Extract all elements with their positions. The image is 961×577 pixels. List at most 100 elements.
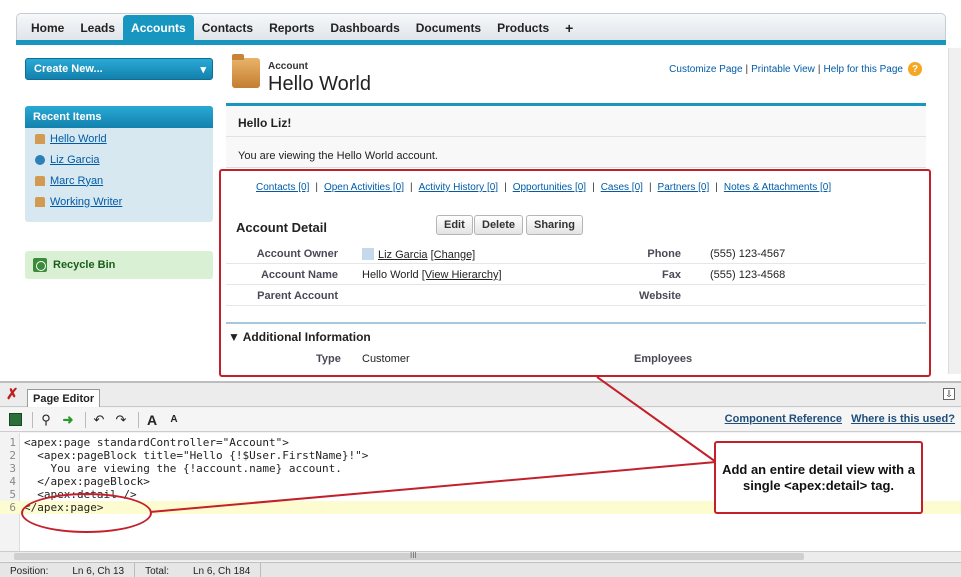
object-label: Account	[268, 61, 308, 72]
horizontal-scrollbar[interactable]: III	[0, 551, 961, 561]
status-label: Total:	[145, 565, 169, 577]
recent-item[interactable]: Hello World	[25, 128, 213, 149]
code-text: You are viewing the {!account.name} acco…	[24, 462, 342, 475]
recent-item[interactable]: Marc Ryan	[25, 170, 213, 191]
recent-item[interactable]: Liz Garcia	[25, 149, 213, 170]
go-to-line-icon[interactable]: ➜	[59, 411, 77, 429]
related-list-link[interactable]: Opportunities [0]	[513, 182, 586, 193]
delete-button[interactable]: Delete	[474, 215, 524, 235]
recent-items-title: Recent Items	[25, 106, 213, 128]
tab-reports[interactable]: Reports	[261, 15, 322, 41]
recent-item-link[interactable]: Working Writer	[50, 196, 122, 208]
search-icon[interactable]: ⚲	[37, 411, 55, 429]
field-label: Account Owner	[256, 248, 338, 260]
field-value: Hello World [View Hierarchy]	[362, 269, 502, 281]
add-tab-button[interactable]: +	[557, 15, 581, 41]
additional-info-toggle[interactable]: ▼ Additional Information	[228, 330, 371, 344]
recent-items-list: Hello World Liz Garcia Marc Ryan Working Wr…	[25, 128, 213, 212]
tab-dashboards[interactable]: Dashboards	[322, 15, 407, 41]
link-separator: |	[648, 182, 652, 193]
scroll-thumb[interactable]	[14, 553, 804, 560]
font-decrease-icon[interactable]: A	[165, 411, 183, 429]
field-row-name: Account Name Hello World [View Hierarchy…	[226, 265, 926, 285]
link-separator: |	[410, 182, 413, 193]
tab-accounts[interactable]: Accounts	[123, 15, 194, 41]
code-text: <apex:detail />	[24, 488, 137, 501]
related-list-link[interactable]: Partners [0]	[658, 182, 710, 193]
tab-underline	[16, 40, 946, 45]
line-number: 2	[9, 449, 16, 462]
tab-products[interactable]: Products	[489, 15, 557, 41]
tab-page-editor[interactable]: Page Editor	[27, 389, 101, 407]
status-value: Ln 6, Ch 13	[72, 565, 125, 577]
recent-item-link[interactable]: Liz Garcia	[50, 154, 100, 166]
printable-view-link[interactable]: Printable View	[751, 64, 815, 75]
page-block: Hello Liz! You are viewing the Hello Wor…	[226, 103, 926, 168]
collapse-icon[interactable]: ⇩	[943, 388, 955, 400]
component-reference-link[interactable]: Component Reference	[725, 413, 842, 425]
customize-page-link[interactable]: Customize Page	[669, 64, 742, 75]
sharing-button[interactable]: Sharing	[526, 215, 583, 235]
tab-home[interactable]: Home	[23, 15, 72, 41]
related-list-link[interactable]: Open Activities [0]	[324, 182, 404, 193]
page-links: Customize Page | Printable View | Help f…	[669, 62, 922, 76]
editor-header: ✗ Page Editor ⇩	[0, 383, 961, 407]
line-number: 1	[9, 436, 16, 449]
line-number: 4	[9, 475, 16, 488]
link-separator: |	[315, 182, 318, 193]
view-hierarchy-link[interactable]: [View Hierarchy]	[422, 269, 502, 281]
field-label: Phone	[647, 248, 681, 260]
contact-icon	[35, 154, 45, 165]
link-separator: |	[715, 182, 718, 193]
scroll-marker: III	[410, 551, 417, 560]
page-block-title: Hello Liz!	[238, 116, 292, 130]
toolbar-separator	[138, 411, 139, 428]
link-separator: |	[817, 63, 821, 75]
toolbar-separator	[32, 411, 33, 428]
code-text: </apex:pageBlock>	[24, 475, 150, 488]
font-increase-icon[interactable]: A	[143, 411, 161, 429]
related-list-link[interactable]: Cases [0]	[601, 182, 643, 193]
link-separator: |	[504, 182, 507, 193]
chevron-down-icon: ▾	[200, 63, 206, 76]
code-text: <apex:page standardController="Account">	[24, 436, 289, 449]
status-value: Ln 6, Ch 184	[192, 565, 251, 577]
field-value: Liz Garcia [Change]	[362, 248, 475, 261]
edit-button[interactable]: Edit	[436, 215, 473, 235]
line-number: 6	[9, 501, 16, 514]
field-label: Website	[639, 290, 681, 302]
help-link[interactable]: Help for this Page	[824, 64, 904, 75]
where-used-link[interactable]: Where is this used?	[851, 413, 955, 425]
code-text: <apex:pageBlock title="Hello {!$User.Fir…	[24, 449, 369, 462]
recycle-bin-icon	[33, 258, 47, 272]
field-row-parent: Parent Account Website	[226, 286, 926, 306]
toolbar-separator	[85, 411, 86, 428]
create-new-label: Create New...	[34, 63, 103, 75]
recycle-bin-link[interactable]: Recycle Bin	[25, 251, 213, 279]
avatar	[362, 248, 374, 260]
related-list-link[interactable]: Contacts [0]	[256, 182, 309, 193]
tab-contacts[interactable]: Contacts	[194, 15, 261, 41]
recent-item-link[interactable]: Marc Ryan	[50, 175, 103, 187]
recent-item-link[interactable]: Hello World	[50, 133, 107, 145]
redo-icon[interactable]: ↷	[112, 411, 130, 429]
undo-icon[interactable]: ↶	[90, 411, 108, 429]
related-list-link[interactable]: Notes & Attachments [0]	[724, 182, 831, 193]
account-folder-icon	[232, 54, 260, 88]
field-label: Employees	[634, 353, 693, 365]
link-separator: |	[745, 63, 749, 75]
account-icon	[35, 175, 45, 186]
main-content: Account Hello World Customize Page | Pri…	[226, 48, 946, 374]
divider	[226, 136, 926, 137]
tab-leads[interactable]: Leads	[72, 15, 123, 41]
help-icon[interactable]: ?	[908, 62, 922, 76]
tab-documents[interactable]: Documents	[408, 15, 489, 41]
change-owner-link[interactable]: [Change]	[431, 249, 476, 261]
save-icon[interactable]	[6, 411, 24, 429]
close-icon[interactable]: ✗	[6, 385, 19, 403]
recent-item[interactable]: Working Writer	[25, 191, 213, 212]
owner-link[interactable]: Liz Garcia	[378, 249, 428, 261]
create-new-dropdown[interactable]: Create New... ▾	[25, 58, 213, 80]
page-scrollbar[interactable]	[948, 48, 961, 374]
related-list-link[interactable]: Activity History [0]	[419, 182, 498, 193]
